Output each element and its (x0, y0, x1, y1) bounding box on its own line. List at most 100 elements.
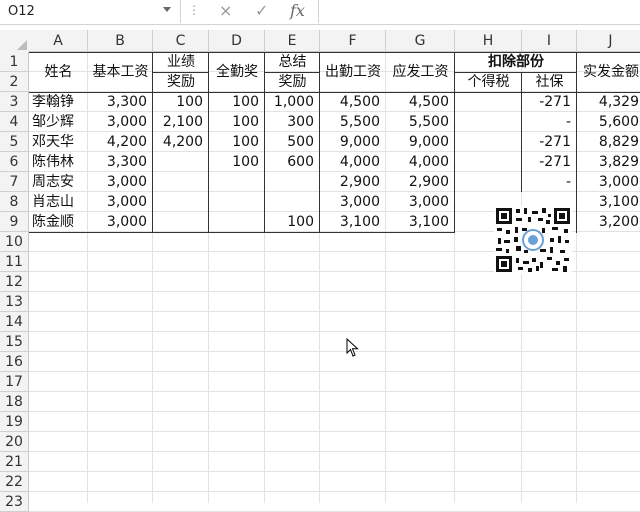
cell-c3[interactable]: 100 (176, 92, 203, 112)
cell-g8[interactable]: 3,000 (409, 192, 449, 212)
row-header-14[interactable]: 14 (0, 312, 29, 332)
cell-f8[interactable]: 3,000 (340, 192, 380, 212)
column-header-h[interactable]: H (455, 30, 522, 52)
row-header-21[interactable]: 21 (0, 452, 29, 472)
cell-g6[interactable]: 4,000 (409, 152, 449, 172)
cell-i7[interactable]: - (566, 172, 571, 192)
column-header-g[interactable]: G (386, 30, 455, 52)
row-header-9[interactable]: 9 (0, 212, 29, 232)
more-options-icon[interactable]: ⋮ (188, 3, 200, 17)
cell-a4[interactable]: 邹少辉 (32, 112, 74, 132)
cell-c5[interactable]: 4,200 (163, 132, 203, 152)
column-header-d[interactable]: D (209, 30, 265, 52)
row-header-8[interactable]: 8 (0, 192, 29, 212)
cell-j3[interactable]: 4,329 (599, 92, 639, 112)
cell-g4[interactable]: 5,500 (409, 112, 449, 132)
cell-a7[interactable]: 周志安 (32, 172, 74, 192)
cell-b7[interactable]: 3,000 (107, 172, 147, 192)
row-header-19[interactable]: 19 (0, 412, 29, 432)
row-header-3[interactable]: 3 (0, 92, 29, 112)
cell-e4[interactable]: 300 (287, 112, 314, 132)
cell-a8[interactable]: 肖志山 (32, 192, 74, 212)
cell-e9[interactable]: 100 (287, 212, 314, 232)
cell-b9[interactable]: 3,000 (107, 212, 147, 232)
row-header-10[interactable]: 10 (0, 232, 29, 252)
cell-j5[interactable]: 8,829 (599, 132, 639, 152)
cell-j4[interactable]: 5,600 (599, 112, 639, 132)
row-header-23[interactable]: 23 (0, 492, 29, 512)
formula-bar: O12 ⋮ × ✓ fx (0, 0, 640, 25)
cell-i4[interactable]: - (566, 112, 571, 132)
enter-icon[interactable]: ✓ (255, 1, 268, 20)
cell-e6[interactable]: 600 (287, 152, 314, 172)
cell-h2[interactable]: 个得税 (455, 72, 522, 92)
cell-c2[interactable]: 奖励 (153, 72, 209, 92)
cell-f9[interactable]: 3,100 (340, 212, 380, 232)
cell-e2[interactable]: 奖励 (265, 72, 320, 92)
column-header-a[interactable]: A (29, 30, 88, 52)
cell-f4[interactable]: 5,500 (340, 112, 380, 132)
row-header-6[interactable]: 6 (0, 152, 29, 172)
row-header-12[interactable]: 12 (0, 272, 29, 292)
cell-b4[interactable]: 3,000 (107, 112, 147, 132)
cell-a9[interactable]: 陈金顺 (32, 212, 74, 232)
row-header-20[interactable]: 20 (0, 432, 29, 452)
insert-function-icon[interactable]: fx (290, 1, 305, 20)
column-header-f[interactable]: F (320, 30, 386, 52)
cell-g5[interactable]: 9,000 (409, 132, 449, 152)
cell-i2[interactable]: 社保 (522, 72, 577, 92)
column-header-e[interactable]: E (265, 30, 320, 52)
row-header-18[interactable]: 18 (0, 392, 29, 412)
row-header-2[interactable]: 2 (0, 72, 29, 92)
cell-b5[interactable]: 4,200 (107, 132, 147, 152)
cell-c1[interactable]: 业绩 (153, 52, 209, 72)
formula-input[interactable] (318, 0, 640, 23)
cell-e1[interactable]: 总结 (265, 52, 320, 72)
column-header-i[interactable]: I (522, 30, 577, 52)
cell-d5[interactable]: 100 (232, 132, 259, 152)
column-header-c[interactable]: C (153, 30, 209, 52)
cell-b6[interactable]: 3,300 (107, 152, 147, 172)
row-header-7[interactable]: 7 (0, 172, 29, 192)
row-header-11[interactable]: 11 (0, 252, 29, 272)
row-header-13[interactable]: 13 (0, 292, 29, 312)
row-header-5[interactable]: 5 (0, 132, 29, 152)
chevron-down-icon[interactable] (163, 7, 171, 12)
cell-b3[interactable]: 3,300 (107, 92, 147, 112)
cell-e5[interactable]: 500 (287, 132, 314, 152)
cell-b8[interactable]: 3,000 (107, 192, 147, 212)
cancel-icon[interactable]: × (219, 1, 232, 20)
cell-a3[interactable]: 李翰铮 (32, 92, 74, 112)
row-header-1[interactable]: 1 (0, 52, 29, 72)
cell-i5[interactable]: -271 (539, 132, 571, 152)
column-header-j[interactable]: J (577, 30, 640, 52)
cell-c4[interactable]: 2,100 (163, 112, 203, 132)
cell-j7[interactable]: 3,000 (599, 172, 639, 192)
cell-j8[interactable]: 3,100 (599, 192, 639, 212)
column-header-b[interactable]: B (88, 30, 153, 52)
cell-a5[interactable]: 邓天华 (32, 132, 74, 152)
cell-g7[interactable]: 2,900 (409, 172, 449, 192)
cell-i6[interactable]: -271 (539, 152, 571, 172)
cell-e3[interactable]: 1,000 (274, 92, 314, 112)
row-header-4[interactable]: 4 (0, 112, 29, 132)
row-header-17[interactable]: 17 (0, 372, 29, 392)
cell-f5[interactable]: 9,000 (340, 132, 380, 152)
cell-g9[interactable]: 3,100 (409, 212, 449, 232)
cell-j6[interactable]: 3,829 (599, 152, 639, 172)
row-header-16[interactable]: 16 (0, 352, 29, 372)
cell-a6[interactable]: 陈伟林 (32, 152, 74, 172)
cell-d3[interactable]: 100 (232, 92, 259, 112)
cell-i3[interactable]: -271 (539, 92, 571, 112)
cell-d4[interactable]: 100 (232, 112, 259, 132)
row-header-22[interactable]: 22 (0, 472, 29, 492)
select-all-corner[interactable] (0, 30, 30, 53)
name-box[interactable]: O12 (0, 0, 181, 23)
cell-d6[interactable]: 100 (232, 152, 259, 172)
cell-j9[interactable]: 3,200 (599, 212, 639, 232)
row-header-15[interactable]: 15 (0, 332, 29, 352)
cell-g3[interactable]: 4,500 (409, 92, 449, 112)
cell-f7[interactable]: 2,900 (340, 172, 380, 192)
cell-f6[interactable]: 4,000 (340, 152, 380, 172)
cell-f3[interactable]: 4,500 (340, 92, 380, 112)
